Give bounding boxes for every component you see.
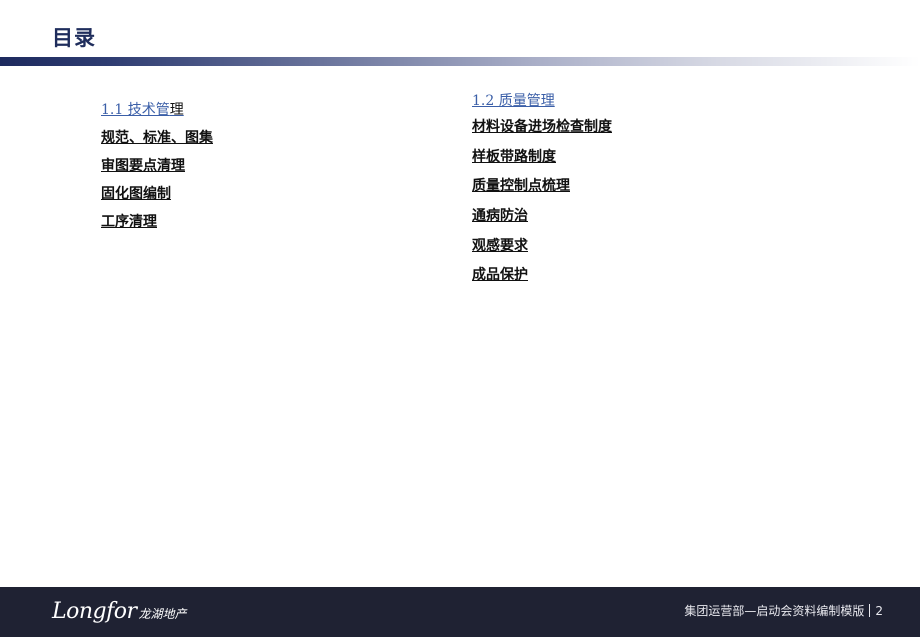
toc-link-common-defects[interactable]: 通病防治 — [472, 205, 612, 235]
title-gradient-bar — [0, 57, 920, 66]
footer-caption: 集团运营部—启动会资料编制模版 — [684, 604, 865, 618]
toc-link-appearance-requirements[interactable]: 观感要求 — [472, 235, 612, 265]
logo-chinese-name: 龙湖地产 — [138, 606, 187, 621]
toc-link-standards[interactable]: 规范、标准、图集 — [101, 127, 213, 155]
toc-right-column: 1.2 质量管理 材料设备进场检查制度 样板带路制度 质量控制点梳理 通病防治 … — [472, 90, 612, 294]
longfor-logo: Longfor 龙湖地产 — [52, 595, 187, 627]
toc-link-fixed-drawings[interactable]: 固化图编制 — [101, 183, 213, 211]
toc-link-finished-protection[interactable]: 成品保护 — [472, 264, 612, 294]
toc-link-material-inspection[interactable]: 材料设备进场检查制度 — [472, 116, 612, 146]
toc-heading-technical-suffix: 理 — [169, 102, 184, 118]
toc-left-column: 1.1 技术管理 规范、标准、图集 审图要点清理 固化图编制 工序清理 — [101, 99, 213, 239]
footer-bar: Longfor 龙湖地产 集团运营部—启动会资料编制模版 2 — [0, 587, 920, 637]
toc-link-drawing-review[interactable]: 审图要点清理 — [101, 155, 213, 183]
toc-heading-technical-management[interactable]: 1.1 技术管理 — [101, 99, 213, 127]
toc-heading-quality-management[interactable]: 1.2 质量管理 — [472, 90, 612, 116]
footer-caption-group: 集团运营部—启动会资料编制模版 2 — [684, 602, 883, 619]
toc-link-process-review[interactable]: 工序清理 — [101, 211, 213, 239]
toc-link-sample-guidance[interactable]: 样板带路制度 — [472, 146, 612, 176]
footer-divider — [869, 604, 871, 617]
page-title: 目录 — [52, 26, 96, 50]
page-number: 2 — [875, 604, 883, 618]
logo-wordmark: Longfor — [52, 598, 137, 624]
toc-link-quality-control-points[interactable]: 质量控制点梳理 — [472, 175, 612, 205]
slide: 目录 1.1 技术管理 规范、标准、图集 审图要点清理 固化图编制 工序清理 1… — [0, 0, 920, 637]
toc-heading-technical-prefix: 1.1 技术管 — [101, 102, 170, 118]
